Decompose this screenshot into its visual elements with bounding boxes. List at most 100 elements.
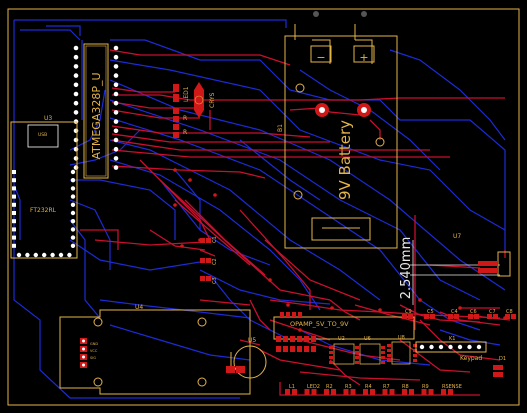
top-copper-traces	[80, 49, 511, 396]
ft232-label: FT232RL	[30, 207, 57, 214]
c1-label: C1	[212, 236, 218, 243]
ft232-pin	[12, 227, 16, 232]
opamp-pad	[283, 346, 288, 352]
via	[198, 238, 202, 242]
mcu-pin	[113, 119, 119, 124]
opamp-pad	[286, 312, 290, 317]
via	[180, 244, 184, 248]
l1-label: L1	[289, 384, 295, 390]
u4-pin-column	[80, 338, 87, 368]
mcu-pin	[113, 128, 119, 134]
mcu-pin	[113, 82, 119, 88]
mcu-pin	[73, 45, 79, 51]
mcu-pin	[113, 146, 119, 152]
mcu-pin	[73, 64, 79, 69]
d1-label: D1	[499, 356, 506, 362]
ft232-pin	[42, 252, 47, 258]
ft232-right-pins	[70, 169, 76, 248]
mcu-resistor-1-label: R	[183, 115, 187, 122]
u8-label: U8	[398, 335, 405, 341]
via	[213, 193, 217, 197]
opamp-pad	[304, 346, 309, 352]
keypad-label: Keypad	[460, 355, 482, 362]
u3-label: U3	[44, 115, 52, 122]
r4-label: R4	[365, 384, 372, 390]
opamp-pad	[276, 346, 281, 352]
r8-label: R8	[402, 384, 409, 390]
rsense-label: RSENSE	[442, 384, 462, 390]
mcu-pin	[73, 100, 79, 106]
mcu-pin	[113, 73, 119, 78]
u7-label: U7	[453, 233, 461, 240]
ic-pad	[355, 361, 359, 364]
atmega328p-chip[interactable]: ATMEGA328P_U	[83, 43, 109, 179]
mcu-pin	[73, 156, 79, 161]
mcu-pin	[113, 64, 119, 69]
ic-pad	[329, 346, 333, 349]
ft232-pin	[58, 252, 64, 258]
mcu-pin	[73, 128, 79, 134]
via	[458, 306, 462, 310]
ft232-bottom-pins	[16, 252, 72, 258]
battery-label: 9V Battery	[336, 120, 354, 200]
ft232-pin	[67, 252, 72, 258]
ic-pad	[387, 349, 391, 352]
c7-label: C7	[489, 309, 496, 315]
mcu-pin	[113, 165, 119, 170]
c2-capacitor[interactable]: C2	[200, 258, 218, 265]
u2-label: U2	[338, 336, 345, 342]
opamp-pad	[298, 312, 302, 317]
led1-component[interactable]: LED1	[173, 84, 190, 102]
mcu-pin	[113, 91, 119, 97]
opamp-pad	[290, 336, 295, 342]
keypad-pin	[476, 344, 482, 350]
u4-pin-drill	[82, 339, 85, 343]
battery-terminal-1	[313, 11, 319, 17]
svg-text:SIG: SIG	[90, 356, 96, 360]
pcb-drawing[interactable]: ATMEGA328P_U LED1 CRYS R R USB U3 FT232R…	[0, 0, 527, 413]
bottom-copper-traces	[13, 19, 506, 399]
u4-module[interactable]: U4	[59, 304, 251, 395]
via	[378, 308, 382, 312]
battery-pad-plus-drill	[361, 107, 367, 113]
r3-label: R3	[345, 384, 352, 390]
ic-pad	[381, 356, 385, 359]
mcu-pin	[113, 156, 119, 161]
via	[188, 178, 192, 182]
ft232-pin	[70, 235, 76, 240]
u2-chip[interactable]: U2	[333, 336, 355, 365]
led2-label: LED2	[307, 384, 320, 390]
ic-pads	[329, 344, 417, 364]
ft232rl-module[interactable]: USB U3 FT232RL	[10, 115, 78, 259]
mcu-pin	[113, 100, 119, 106]
opamp-pad	[292, 312, 296, 317]
u6-chip[interactable]: U6	[359, 336, 381, 365]
ft232-pin	[12, 186, 16, 191]
mcu-pin	[113, 137, 119, 143]
via	[330, 306, 334, 310]
pcb-canvas[interactable]: ATMEGA328P_U LED1 CRYS R R USB U3 FT232R…	[0, 0, 527, 413]
crystal-label: CRYS	[209, 92, 216, 108]
mcu-resistor-2[interactable]: R	[173, 124, 187, 138]
u7-connector[interactable]: U7	[453, 233, 511, 277]
opamp-pad	[280, 312, 284, 317]
ft232-pin	[16, 252, 22, 258]
ft232-pin	[70, 219, 76, 224]
via	[286, 303, 290, 307]
ft232-pin	[12, 243, 16, 248]
usb-label: USB	[38, 132, 47, 138]
ft232-pin	[70, 227, 76, 232]
opamp-label: OPAMP_5V_TO_9V	[290, 320, 349, 328]
mcu-pin	[73, 54, 79, 60]
ft232-pin	[12, 194, 16, 199]
ic-pad	[381, 351, 385, 354]
ic-pad	[381, 361, 385, 364]
ft232-pin	[12, 211, 16, 215]
c3-label: C3	[212, 277, 218, 284]
mcu-pin	[73, 73, 79, 78]
battery-pad-minus-drill	[319, 107, 325, 113]
mcu-pin	[73, 110, 79, 115]
ft232-pin	[12, 202, 16, 207]
mcu-pin	[113, 54, 119, 60]
keypad-pin	[419, 344, 425, 350]
